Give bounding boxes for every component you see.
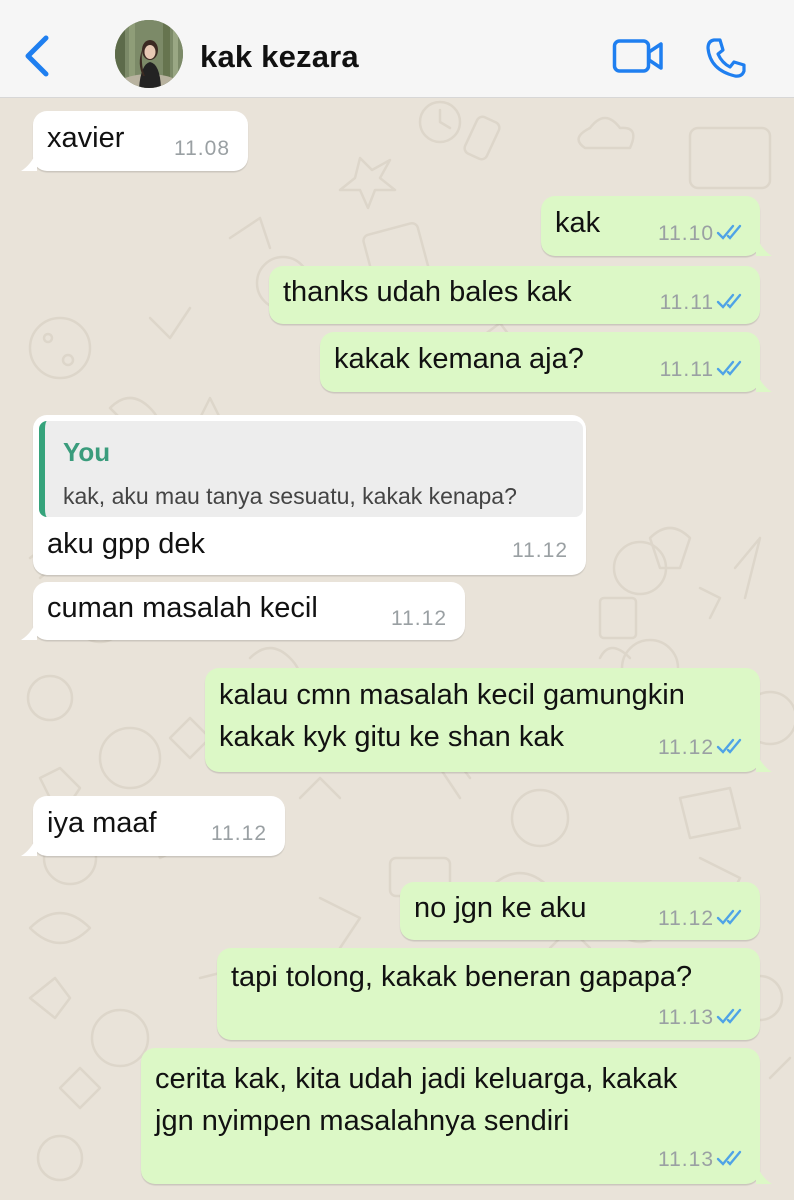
message-status: 11.11 [660, 358, 746, 382]
message-bubble-outgoing[interactable]: thanks udah bales kak 11.11 [269, 266, 760, 324]
message-bubble-outgoing[interactable]: no jgn ke aku 11.12 [400, 882, 760, 940]
message-time: 11.12 [391, 607, 447, 630]
message-time: 11.12 [658, 907, 714, 930]
message-bubble-outgoing[interactable]: cerita kak, kita udah jadi keluarga, kak… [141, 1048, 772, 1184]
chat-header: kak kezara [0, 0, 794, 98]
quoted-message[interactable]: You kak, aku mau tanya sesuatu, kakak ke… [39, 421, 583, 517]
message-text: aku gpp dek [47, 528, 206, 560]
message-text-line-1: cerita kak, kita udah jadi keluarga, kak… [155, 1063, 678, 1095]
message-bubble-incoming[interactable]: xavier 11.08 [21, 111, 248, 171]
message-text: xavier [47, 122, 125, 154]
message-time: 11.12 [512, 539, 568, 562]
quoted-author: You [63, 437, 111, 467]
message-status: 11.13 [658, 1006, 746, 1030]
message-bubble-incoming[interactable]: iya maaf 11.12 [21, 796, 285, 856]
message-bubble-incoming[interactable]: cuman masalah kecil 11.12 [21, 582, 465, 640]
message-bubble-outgoing[interactable]: kak 11.10 [541, 196, 772, 256]
message-time: 11.10 [658, 222, 714, 245]
double-check-read-icon [716, 224, 742, 240]
double-check-read-icon [716, 909, 742, 925]
message-time: 11.13 [658, 1006, 714, 1029]
contact-avatar[interactable] [115, 20, 183, 88]
message-status: 11.12 [658, 736, 746, 760]
message-time: 11.11 [659, 358, 714, 381]
message-bubble-incoming-reply[interactable]: You kak, aku mau tanya sesuatu, kakak ke… [33, 415, 586, 575]
message-text: kak [555, 207, 601, 239]
message-status: 11.13 [658, 1148, 746, 1172]
phone-call-icon[interactable] [704, 36, 748, 80]
message-text-line-2: jgn nyimpen masalahnya sendiri [155, 1105, 570, 1137]
message-status: 11.10 [658, 222, 746, 246]
double-check-read-icon [716, 293, 742, 309]
contact-name[interactable]: kak kezara [200, 39, 359, 75]
message-time: 11.08 [174, 137, 230, 160]
message-status: 11.11 [660, 291, 746, 315]
message-text: kakak kemana aja? [334, 343, 584, 375]
back-chevron-icon[interactable] [20, 34, 56, 78]
message-bubble-outgoing[interactable]: kakak kemana aja? 11.11 [320, 332, 772, 392]
message-status: 11.12 [658, 907, 746, 931]
message-text-line-2: kakak kyk gitu ke shan kak [219, 721, 564, 753]
double-check-read-icon [716, 1150, 742, 1166]
message-text: thanks udah bales kak [283, 276, 572, 308]
double-check-read-icon [716, 360, 742, 376]
message-text: cuman masalah kecil [47, 592, 318, 624]
message-bubble-outgoing[interactable]: tapi tolong, kakak beneran gapapa? 11.13 [217, 948, 760, 1040]
message-time: 11.11 [659, 291, 714, 314]
message-text: tapi tolong, kakak beneran gapapa? [231, 961, 693, 993]
double-check-read-icon [716, 738, 742, 754]
double-check-read-icon [716, 1008, 742, 1024]
message-text: iya maaf [47, 807, 157, 839]
message-bubble-outgoing[interactable]: kalau cmn masalah kecil gamungkin kakak … [205, 668, 772, 772]
message-text-line-1: kalau cmn masalah kecil gamungkin [219, 679, 685, 711]
message-time: 11.12 [658, 736, 714, 759]
message-time: 11.13 [658, 1148, 714, 1171]
video-camera-icon[interactable] [612, 38, 664, 74]
message-text: no jgn ke aku [414, 892, 587, 924]
message-list[interactable]: xavier 11.08 kak 11.10 thanks udah bales… [0, 98, 794, 1200]
message-time: 11.12 [211, 822, 267, 845]
quoted-text: kak, aku mau tanya sesuatu, kakak kenapa… [63, 483, 517, 509]
